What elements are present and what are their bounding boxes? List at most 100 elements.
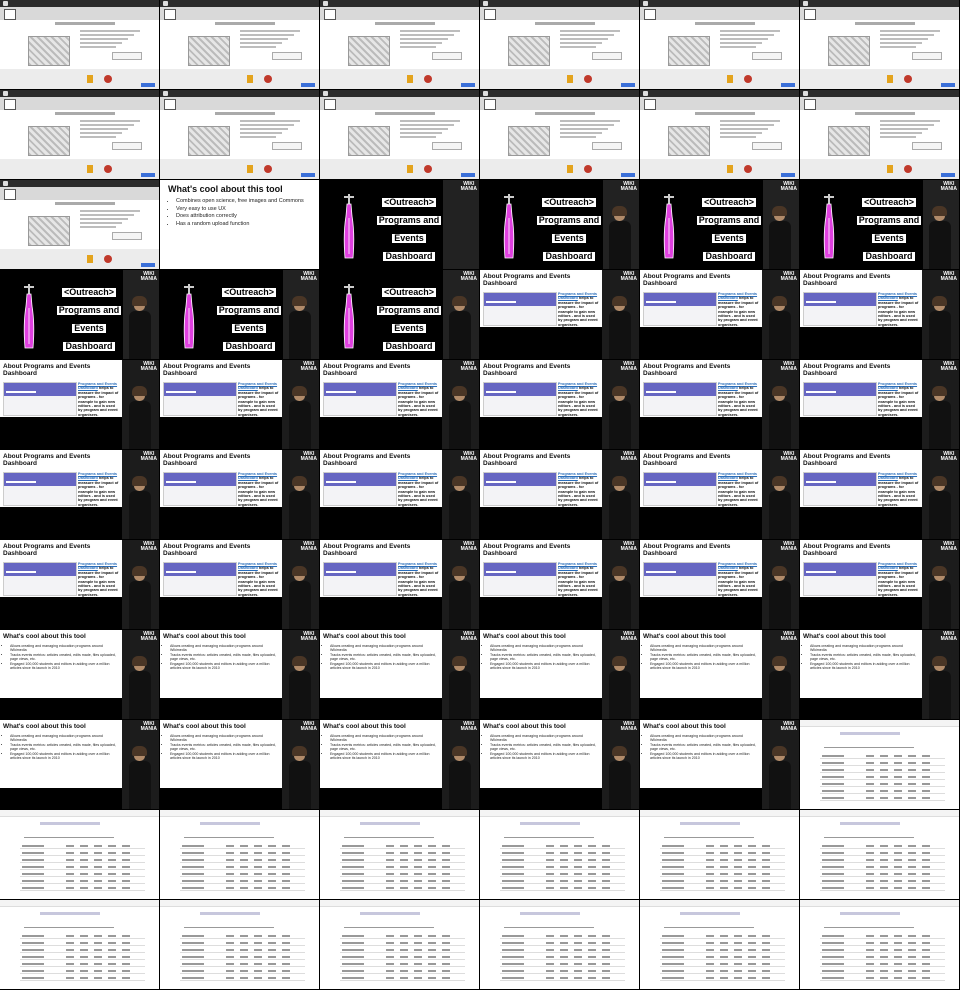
table-cell (560, 845, 568, 847)
thumbnail-cool2: What's cool about this tool Allows creati… (640, 720, 799, 809)
campaign-select[interactable] (504, 832, 594, 838)
table-cell (240, 845, 248, 847)
action-button[interactable] (621, 83, 635, 87)
screenshot-banner (804, 563, 876, 576)
camera-feed (442, 450, 479, 539)
upload-button[interactable] (112, 52, 142, 60)
action-button[interactable] (141, 83, 155, 87)
table-cell (254, 887, 262, 889)
campaign-select[interactable] (184, 832, 274, 838)
text-line (720, 120, 780, 122)
camera-feed (443, 180, 479, 269)
table-row (820, 980, 945, 981)
thumbnail-upload (480, 90, 639, 179)
thumbnail-about: About Programs and Events Dashboard Progr… (800, 270, 959, 359)
screenshot-banner (164, 563, 236, 576)
thumbnail-outreach-cam: <Outreach>Programs andEventsDashboardBy … (320, 270, 479, 359)
table-cell (922, 887, 930, 889)
campaign-select[interactable] (184, 922, 274, 928)
thumbnail-dash (800, 810, 959, 899)
upload-button[interactable] (112, 232, 142, 240)
upload-button[interactable] (592, 142, 622, 150)
upload-button[interactable] (432, 142, 462, 150)
campaign-select[interactable] (824, 922, 914, 928)
table-cell (880, 762, 888, 764)
badge-icon (567, 75, 573, 83)
upload-button[interactable] (112, 142, 142, 150)
campaign-select[interactable] (344, 832, 434, 838)
table-row (20, 945, 145, 946)
action-button[interactable] (941, 173, 955, 177)
table-cell (866, 859, 874, 861)
corkscrew-bottle-icon (503, 194, 515, 259)
table-row (820, 758, 945, 759)
campaign-select[interactable] (344, 922, 434, 928)
upload-button[interactable] (272, 142, 302, 150)
title-box: <Outreach>Programs andEventsDashboardBy … (530, 192, 608, 269)
slide: What's cool about this tool Allows creati… (0, 720, 122, 788)
description-text: helps to measure the impact of programs … (558, 476, 599, 507)
campaign-select[interactable] (664, 832, 754, 838)
action-button[interactable] (301, 173, 315, 177)
campaign-select[interactable] (24, 922, 114, 928)
table-cell (894, 762, 902, 764)
table-cell (108, 970, 116, 972)
table-cell (748, 970, 756, 972)
table-cell (894, 797, 902, 799)
action-button[interactable] (461, 83, 475, 87)
campaign-select[interactable] (824, 832, 914, 838)
campaign-select[interactable] (824, 742, 914, 748)
upload-button[interactable] (752, 52, 782, 60)
campaign-select[interactable] (504, 922, 594, 928)
upload-button[interactable] (592, 52, 622, 60)
table-cell (574, 949, 582, 951)
slide: What's cool about this tool Allows creati… (480, 630, 602, 698)
action-button[interactable] (141, 263, 155, 267)
upload-button[interactable] (912, 142, 942, 150)
speaker-hair (132, 476, 147, 486)
upload-button[interactable] (912, 52, 942, 60)
action-button[interactable] (941, 83, 955, 87)
action-button[interactable] (621, 173, 635, 177)
text-line (80, 128, 128, 130)
dashboard-screenshot (323, 562, 397, 596)
dashboard-screenshot (483, 472, 557, 506)
wikimania-logo: WIKI MANIA (620, 721, 637, 732)
action-button[interactable] (141, 173, 155, 177)
speaker-figure (609, 296, 631, 359)
action-button[interactable] (781, 83, 795, 87)
table-row (340, 848, 465, 849)
site-header (160, 97, 319, 110)
table-cell (428, 866, 436, 868)
upload-button[interactable] (272, 52, 302, 60)
action-button[interactable] (301, 83, 315, 87)
action-button[interactable] (461, 173, 475, 177)
table-cell (880, 970, 888, 972)
speaker-body (769, 671, 791, 719)
title-line: <Outreach> (701, 197, 757, 207)
table-cell (442, 880, 450, 882)
corkscrew-bottle-icon (343, 284, 355, 349)
upload-button[interactable] (752, 142, 782, 150)
browser-bar (160, 90, 319, 97)
screenshot-subtitle (6, 571, 36, 573)
table-cell (762, 949, 770, 951)
table-cell (502, 845, 524, 847)
table-cell (922, 762, 930, 764)
screenshot-subtitle (166, 571, 196, 573)
bullet-item: Tracks events metrics: articles created,… (810, 653, 920, 662)
speaker-body (769, 221, 791, 269)
upload-button[interactable] (432, 52, 462, 60)
corkscrew-bottle-icon (343, 194, 355, 259)
text-line (720, 46, 756, 48)
table-cell (386, 935, 394, 937)
action-button[interactable] (781, 173, 795, 177)
description-text: helps to measure the impact of programs … (78, 476, 119, 507)
campaign-select[interactable] (664, 922, 754, 928)
camera-feed (602, 270, 639, 359)
wikimania-logo: WIKI MANIA (140, 271, 157, 282)
title-line: Programs and (856, 215, 922, 225)
campaign-select[interactable] (24, 832, 114, 838)
wikimania-logo: WIKI MANIA (300, 631, 317, 642)
speaker-body (609, 401, 631, 449)
